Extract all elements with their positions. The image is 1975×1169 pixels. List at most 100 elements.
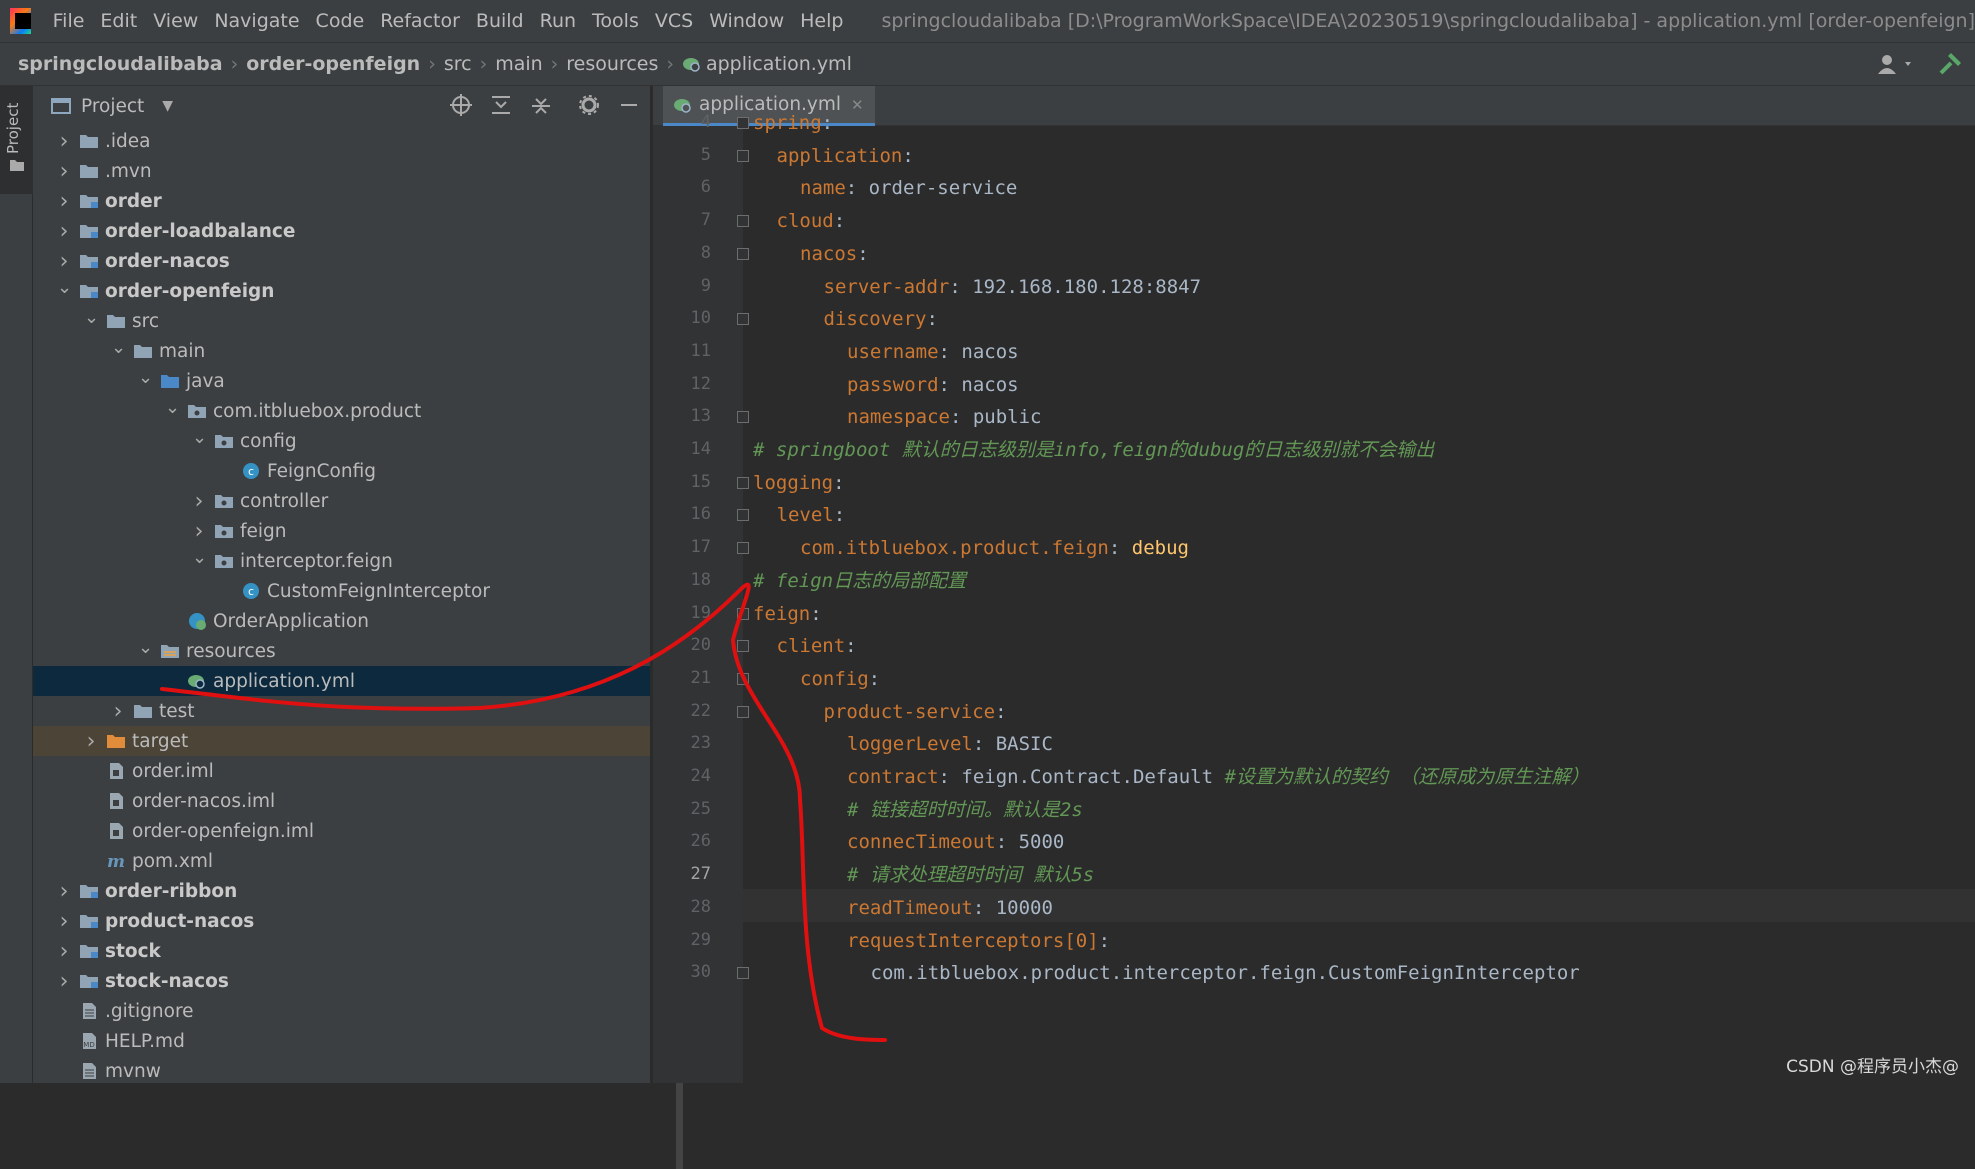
tree-item-order-loadbalance[interactable]: ›order-loadbalance [33,216,650,246]
code-line[interactable]: connecTimeout: 5000 [847,826,1064,859]
gear-icon[interactable] [578,94,600,116]
tree-item-product-nacos[interactable]: ›product-nacos [33,906,650,936]
code-line[interactable]: requestInterceptors[0]: [847,925,1110,958]
chevron-down-icon[interactable]: ⌄ [57,277,71,298]
tree-item-mvn[interactable]: ›.mvn [33,156,650,186]
code-line[interactable]: feign: [753,598,822,631]
fold-marker-icon[interactable] [737,150,749,162]
breadcrumb-src[interactable]: src [444,53,472,75]
code-line[interactable]: nacos: [800,238,869,271]
code-line[interactable]: readTimeout: 10000 [847,892,1053,925]
fold-marker-icon[interactable] [737,509,749,521]
chevron-down-icon[interactable]: ⌄ [138,637,152,658]
code-line[interactable]: # springboot 默认的日志级别是info,feign的dubug的日志… [753,434,1434,467]
code-line[interactable]: cloud: [777,205,846,238]
menu-code[interactable]: Code [316,10,365,32]
fold-marker-icon[interactable] [737,640,749,652]
fold-marker-icon[interactable] [737,477,749,489]
chevron-right-icon[interactable]: › [57,909,71,934]
chevron-right-icon[interactable]: › [57,189,71,214]
chevron-down-icon[interactable]: ⌄ [165,397,179,418]
menu-window[interactable]: Window [709,10,784,32]
build-hammer-icon[interactable] [1937,51,1963,77]
tree-item-com-itbluebox-product[interactable]: ⌄com.itbluebox.product [33,396,650,426]
tree-item-order[interactable]: ›order [33,186,650,216]
breadcrumb-main[interactable]: main [495,53,542,75]
chevron-right-icon[interactable]: › [57,969,71,994]
tree-item-interceptor-feign[interactable]: ⌄interceptor.feign [33,546,650,576]
chevron-right-icon[interactable]: › [57,219,71,244]
code-line[interactable]: product-service: [824,696,1007,729]
code-line[interactable]: # 请求处理超时时间 默认5s [847,859,1094,892]
chevron-down-icon[interactable]: ⌄ [192,547,206,568]
menu-file[interactable]: File [53,10,85,32]
chevron-down-icon[interactable]: ⌄ [111,337,125,358]
tree-item-stock-nacos[interactable]: ›stock-nacos [33,966,650,996]
chevron-down-icon[interactable]: ⌄ [192,427,206,448]
code-line[interactable]: config: [800,663,880,696]
tree-item-gitignore[interactable]: .gitignore [33,996,650,1026]
tree-item-java[interactable]: ⌄java [33,366,650,396]
close-icon[interactable]: ✕ [851,96,864,114]
tree-item-order-ribbon[interactable]: ›order-ribbon [33,876,650,906]
tree-item-feignconfig[interactable]: cFeignConfig [33,456,650,486]
tree-item-feign[interactable]: ›feign [33,516,650,546]
menu-help[interactable]: Help [800,10,843,32]
tree-item-stock[interactable]: ›stock [33,936,650,966]
code-line[interactable]: spring: [753,107,833,140]
fold-marker-icon[interactable] [737,117,749,129]
chevron-right-icon[interactable]: › [57,939,71,964]
view-dropdown-chevron-down-icon[interactable]: ▼ [162,98,173,114]
fold-marker-icon[interactable] [737,215,749,227]
tree-item-order-nacos[interactable]: ›order-nacos [33,246,650,276]
chevron-down-icon[interactable]: ⌄ [138,367,152,388]
menu-tools[interactable]: Tools [592,10,639,32]
breadcrumb-resources[interactable]: resources [566,53,658,75]
code-line[interactable]: logging: [753,467,845,500]
fold-marker-icon[interactable] [737,411,749,423]
menu-edit[interactable]: Edit [100,10,137,32]
fold-marker-icon[interactable] [737,313,749,325]
menu-refactor[interactable]: Refactor [380,10,460,32]
project-tool-button[interactable]: Project [0,86,33,194]
expand-all-icon[interactable] [490,94,512,116]
chevron-right-icon[interactable]: › [84,729,98,754]
tree-item-test[interactable]: ›test [33,696,650,726]
tree-item-order-openfeign[interactable]: ⌄order-openfeign [33,276,650,306]
chevron-down-icon[interactable]: ⌄ [84,307,98,328]
code-line[interactable]: discovery: [824,303,938,336]
tree-item-customfeigninterceptor[interactable]: cCustomFeignInterceptor [33,576,650,606]
code-line[interactable]: contract: feign.Contract.Default #设置为默认的… [847,761,1589,794]
tree-item-controller[interactable]: ›controller [33,486,650,516]
tree-item-application-yml[interactable]: application.yml [33,666,650,696]
menu-vcs[interactable]: VCS [655,10,693,32]
fold-marker-icon[interactable] [737,673,749,685]
code-line[interactable]: application: [777,140,914,173]
chevron-right-icon[interactable]: › [57,159,71,184]
tree-item-src[interactable]: ⌄src [33,306,650,336]
tree-item-pom-xml[interactable]: mpom.xml [33,846,650,876]
chevron-right-icon[interactable]: › [57,879,71,904]
tree-item-order-nacos-iml[interactable]: order-nacos.iml [33,786,650,816]
code-line[interactable]: client: [777,630,857,663]
code-line[interactable]: level: [777,499,846,532]
tree-item-order-iml[interactable]: order.iml [33,756,650,786]
code-line[interactable]: namespace: public [847,401,1041,434]
tree-item-mvnw[interactable]: mvnw [33,1056,650,1086]
breadcrumb-module[interactable]: order-openfeign [246,53,420,75]
tree-item-resources[interactable]: ⌄resources [33,636,650,666]
tree-item-config[interactable]: ⌄config [33,426,650,456]
chevron-right-icon[interactable]: › [57,249,71,274]
chevron-right-icon[interactable]: › [111,699,125,724]
menu-view[interactable]: View [153,10,198,32]
fold-marker-icon[interactable] [737,542,749,554]
fold-marker-icon[interactable] [737,608,749,620]
tree-item-help-md[interactable]: MDHELP.md [33,1026,650,1056]
menu-build[interactable]: Build [476,10,524,32]
code-line[interactable]: # feign日志的局部配置 [753,565,966,598]
chevron-right-icon[interactable]: › [192,489,206,514]
hide-panel-icon[interactable] [618,94,640,116]
tree-item-idea[interactable]: ›.idea [33,126,650,156]
fold-marker-icon[interactable] [737,706,749,718]
code-line[interactable]: # 链接超时时间。默认是2s [847,794,1083,827]
